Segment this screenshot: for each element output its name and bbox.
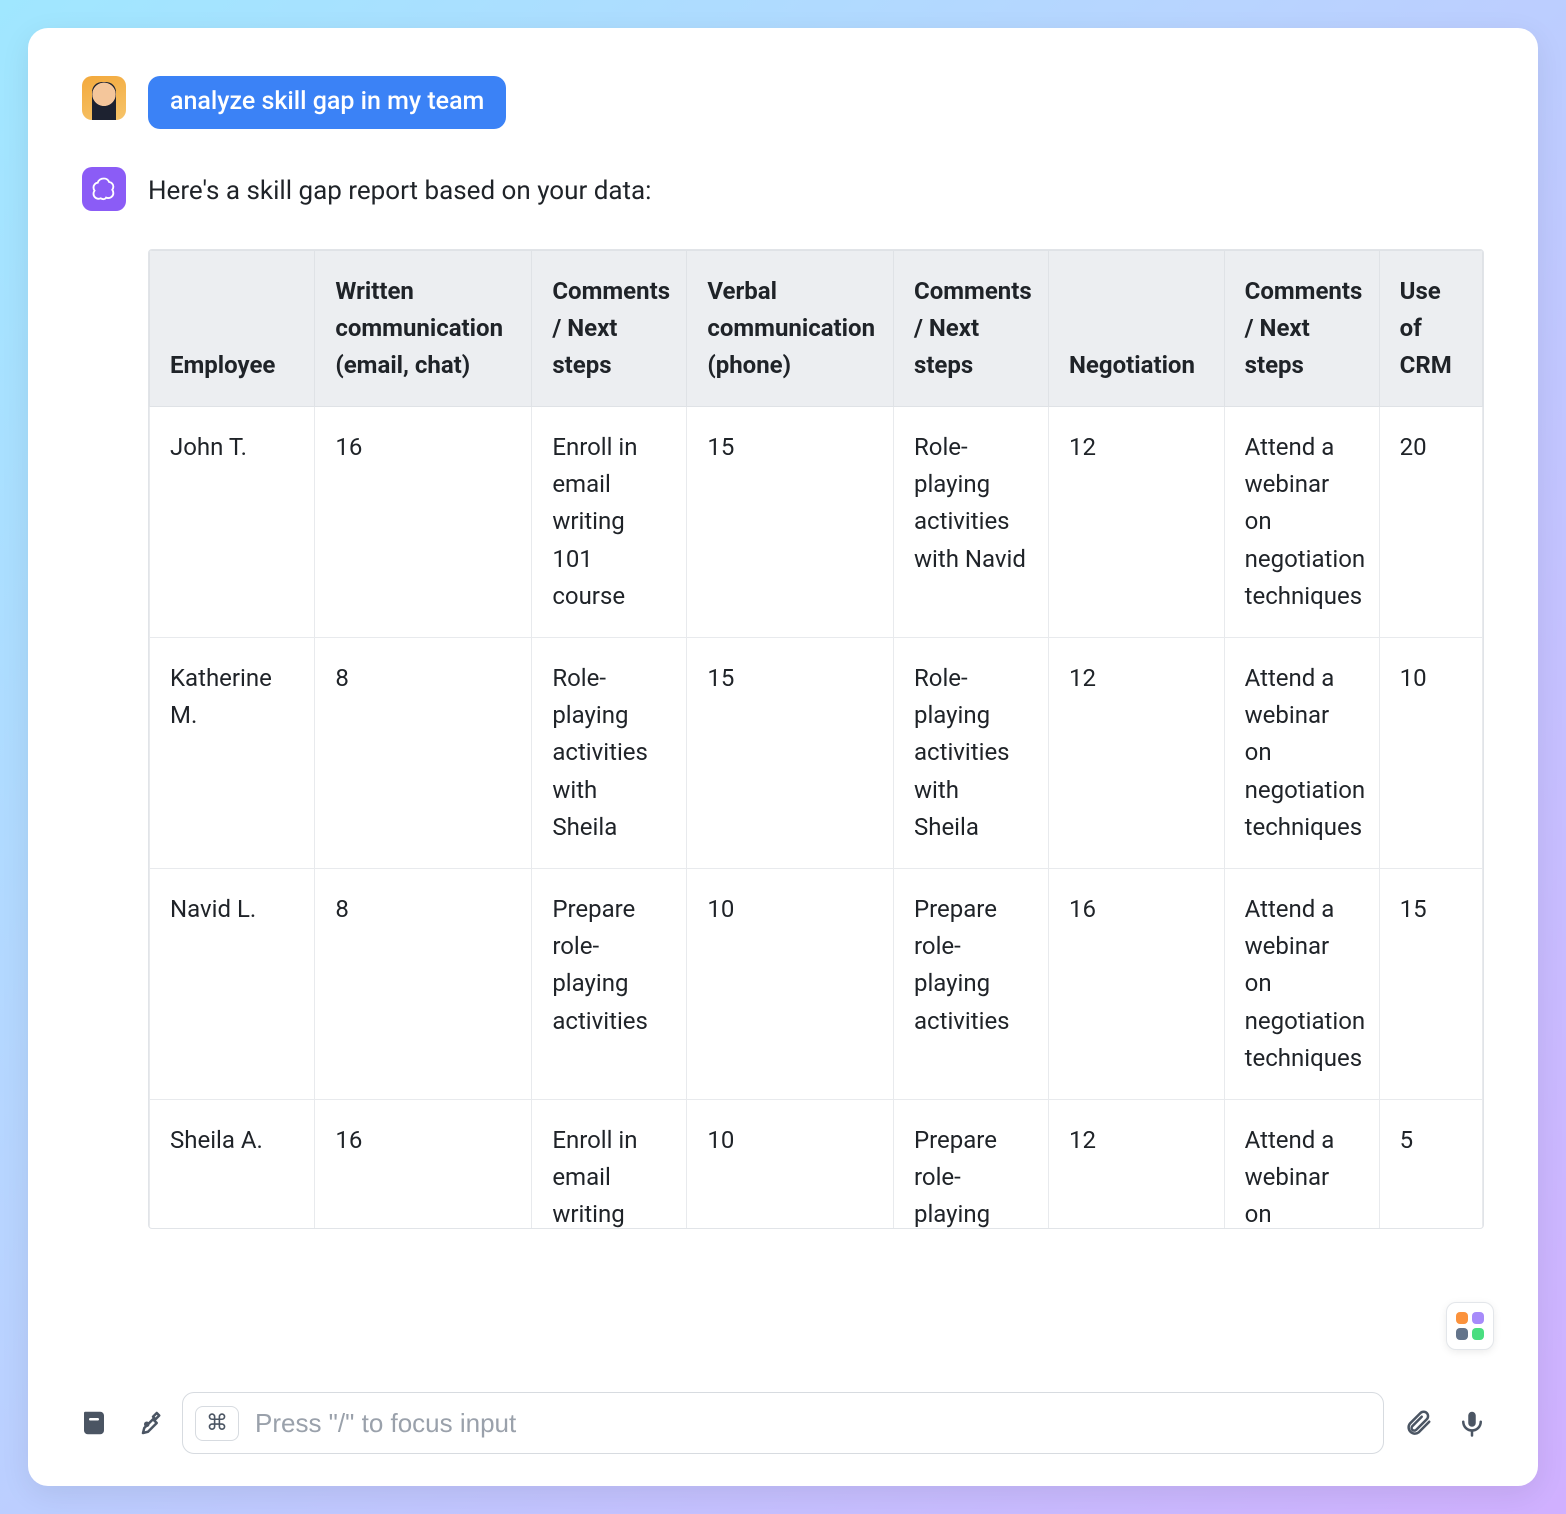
paperclip-icon: [1403, 1408, 1433, 1438]
cell-value: 15: [1379, 868, 1482, 1099]
cell-comment: Attend a webinar on negotiation techniqu…: [1224, 868, 1379, 1099]
user-message-row: analyze skill gap in my team: [82, 76, 1484, 129]
col-comments2: Comments / Next steps: [893, 250, 1048, 407]
table-row: Sheila A. 16 Enroll in email writing 101…: [150, 1099, 1483, 1228]
cell-value: 16: [315, 1099, 532, 1228]
cell-comment: Prepare role-playing activities: [893, 868, 1048, 1099]
col-comments3: Comments / Next steps: [1224, 250, 1379, 407]
cell-value: 15: [687, 638, 894, 869]
table-row: John T. 16 Enroll in email writing 101 c…: [150, 407, 1483, 638]
cell-comment: Enroll in email writing 101: [532, 1099, 687, 1228]
pen-tool-button[interactable]: [128, 1403, 168, 1443]
cell-value: 16: [1048, 868, 1224, 1099]
cell-comment: Enroll in email writing 101 course: [532, 407, 687, 638]
shortcut-chip: ⌘: [195, 1406, 239, 1441]
table-row: Navid L. 8 Prepare role-playing activiti…: [150, 868, 1483, 1099]
openai-knot-icon: [90, 175, 118, 203]
cell-employee: Sheila A.: [150, 1099, 315, 1228]
message-input-shell[interactable]: ⌘: [182, 1392, 1384, 1454]
apps-grid-icon: [1456, 1312, 1484, 1340]
cell-value: 10: [687, 1099, 894, 1228]
cell-value: 20: [1379, 407, 1482, 638]
cell-comment: Prepare role-playing activities: [532, 868, 687, 1099]
attach-button[interactable]: [1398, 1403, 1438, 1443]
chat-card: analyze skill gap in my team Here's a sk…: [28, 28, 1538, 1486]
cell-comment: Attend a webinar on negotiation techniqu…: [1224, 638, 1379, 869]
voice-button[interactable]: [1452, 1403, 1492, 1443]
message-input[interactable]: [255, 1408, 1371, 1439]
assistant-message-row: Here's a skill gap report based on your …: [82, 167, 1484, 211]
cell-employee: Katherine M.: [150, 638, 315, 869]
assistant-intro-text: Here's a skill gap report based on your …: [148, 167, 651, 209]
cell-value: 12: [1048, 407, 1224, 638]
table-header-row: Employee Written communication (email, c…: [150, 250, 1483, 407]
cell-comment: Prepare role-playing: [893, 1099, 1048, 1228]
library-button[interactable]: [74, 1403, 114, 1443]
cell-comment: Attend a webinar on negotiation techniqu…: [1224, 407, 1379, 638]
cell-employee: John T.: [150, 407, 315, 638]
col-comments1: Comments / Next steps: [532, 250, 687, 407]
cell-comment: Role-playing activities with Sheila: [532, 638, 687, 869]
cell-value: 10: [1379, 638, 1482, 869]
user-message-bubble: analyze skill gap in my team: [148, 76, 506, 129]
assistant-avatar: [82, 167, 126, 211]
skill-gap-table: Employee Written communication (email, c…: [149, 250, 1483, 1229]
cell-value: 5: [1379, 1099, 1482, 1228]
pen-nib-icon: [133, 1408, 163, 1438]
cell-value: 8: [315, 638, 532, 869]
col-crm: Use of CRM: [1379, 250, 1482, 407]
col-written: Written communication (email, chat): [315, 250, 532, 407]
col-verbal: Verbal communication (phone): [687, 250, 894, 407]
cell-comment: Role-playing activities with Navid: [893, 407, 1048, 638]
skill-gap-table-container[interactable]: Employee Written communication (email, c…: [148, 249, 1484, 1229]
cell-value: 10: [687, 868, 894, 1099]
cell-value: 16: [315, 407, 532, 638]
cell-employee: Navid L.: [150, 868, 315, 1099]
table-row: Katherine M. 8 Role-playing activities w…: [150, 638, 1483, 869]
cell-value: 12: [1048, 638, 1224, 869]
conversation-area: analyze skill gap in my team Here's a sk…: [28, 28, 1538, 1374]
microphone-icon: [1457, 1408, 1487, 1438]
book-icon: [79, 1408, 109, 1438]
user-avatar: [82, 76, 126, 120]
cell-comment: Attend a webinar on negotiation: [1224, 1099, 1379, 1228]
cell-value: 8: [315, 868, 532, 1099]
col-negotiation: Negotiation: [1048, 250, 1224, 407]
col-employee: Employee: [150, 250, 315, 407]
cell-comment: Role-playing activities with Sheila: [893, 638, 1048, 869]
composer-bar: ⌘: [28, 1374, 1538, 1486]
apps-widget-button[interactable]: [1446, 1302, 1494, 1350]
cell-value: 15: [687, 407, 894, 638]
cell-value: 12: [1048, 1099, 1224, 1228]
